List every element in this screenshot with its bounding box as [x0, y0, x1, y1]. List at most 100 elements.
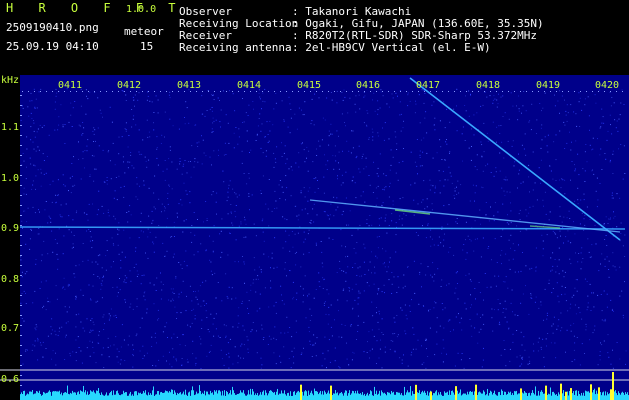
noise-speckle: [318, 140, 320, 142]
noise-speckle: [311, 356, 313, 357]
noise-speckle: [37, 128, 39, 130]
noise-bar: [107, 395, 108, 400]
noise-speckle: [592, 292, 594, 294]
noise-speckle: [605, 235, 607, 236]
noise-speckle: [72, 351, 74, 353]
noise-speckle: [95, 301, 97, 303]
noise-speckle: [160, 272, 161, 274]
noise-speckle: [495, 141, 497, 143]
noise-speckle: [599, 183, 601, 184]
noise-speckle: [495, 171, 497, 173]
noise-bar: [345, 390, 346, 400]
noise-speckle: [180, 291, 182, 293]
noise-bar: [444, 391, 445, 400]
noise-speckle: [341, 323, 343, 325]
noise-speckle: [31, 230, 32, 231]
noise-bar: [32, 390, 33, 400]
noise-speckle: [169, 351, 170, 353]
noise-speckle: [449, 331, 451, 332]
noise-speckle: [619, 295, 621, 297]
noise-speckle: [86, 318, 88, 320]
noise-speckle: [367, 341, 368, 343]
noise-bar: [422, 390, 423, 400]
noise-bar: [583, 392, 584, 400]
noise-speckle: [343, 288, 345, 290]
noise-speckle: [227, 297, 229, 299]
noise-speckle: [23, 210, 25, 212]
noise-speckle: [575, 279, 577, 281]
noise-speckle: [503, 157, 505, 159]
noise-bar: [391, 390, 392, 400]
noise-speckle: [80, 178, 82, 180]
noise-speckle: [315, 242, 317, 244]
noise-bar: [440, 391, 441, 400]
noise-speckle: [309, 344, 311, 345]
noise-bar: [159, 394, 160, 400]
noise-bar: [620, 394, 621, 400]
noise-speckle: [480, 223, 481, 225]
noise-speckle: [414, 292, 416, 294]
noise-speckle: [35, 188, 36, 190]
noise-speckle: [556, 282, 558, 284]
noise-speckle: [306, 157, 307, 159]
noise-speckle: [86, 145, 88, 147]
noise-speckle: [228, 187, 229, 189]
noise-bar: [337, 392, 338, 400]
noise-speckle: [454, 197, 456, 199]
noise-speckle: [206, 110, 208, 111]
noise-speckle: [59, 327, 61, 329]
noise-speckle: [494, 202, 496, 204]
noise-speckle: [357, 229, 359, 231]
axis-unit: kHz: [1, 75, 20, 86]
noise-speckle: [44, 209, 46, 211]
noise-speckle: [97, 342, 99, 344]
noise-speckle: [93, 352, 95, 354]
noise-speckle: [211, 164, 212, 166]
noise-speckle: [238, 225, 240, 227]
noise-speckle: [47, 297, 49, 299]
noise-speckle: [604, 320, 606, 322]
noise-speckle: [391, 272, 393, 273]
noise-speckle: [176, 212, 178, 214]
noise-speckle: [501, 263, 502, 265]
noise-speckle: [564, 271, 566, 273]
noise-bar: [46, 392, 47, 400]
noise-bar: [21, 392, 22, 400]
noise-speckle: [38, 209, 39, 211]
noise-speckle: [444, 159, 446, 161]
noise-speckle: [579, 312, 581, 314]
noise-speckle: [116, 348, 118, 350]
noise-bar: [26, 394, 27, 400]
noise-bar: [377, 394, 378, 400]
noise-speckle: [546, 145, 548, 147]
noise-speckle: [190, 232, 192, 234]
x-axis-tick: [178, 91, 179, 92]
noise-speckle: [436, 317, 438, 319]
noise-speckle: [394, 131, 396, 133]
noise-bar: [202, 392, 203, 400]
noise-bar: [424, 390, 425, 400]
noise-speckle: [245, 236, 247, 238]
noise-speckle: [133, 115, 135, 117]
noise-speckle: [166, 217, 168, 219]
noise-bar: [428, 395, 429, 400]
noise-speckle: [230, 204, 232, 205]
noise-bar: [518, 393, 519, 400]
noise-speckle: [143, 274, 145, 276]
noise-speckle: [526, 215, 528, 217]
noise-speckle: [623, 104, 625, 105]
noise-speckle: [230, 211, 232, 213]
noise-speckle: [83, 127, 85, 129]
noise-speckle: [161, 203, 163, 205]
noise-speckle: [425, 367, 427, 369]
noise-speckle: [144, 291, 146, 293]
noise-speckle: [474, 288, 476, 289]
noise-speckle: [113, 344, 115, 346]
noise-bar: [554, 393, 555, 400]
noise-bar: [309, 394, 310, 400]
noise-speckle: [439, 180, 441, 182]
noise-speckle: [335, 209, 337, 211]
noise-speckle: [398, 162, 400, 164]
noise-speckle: [376, 312, 377, 314]
noise-speckle: [280, 332, 282, 334]
